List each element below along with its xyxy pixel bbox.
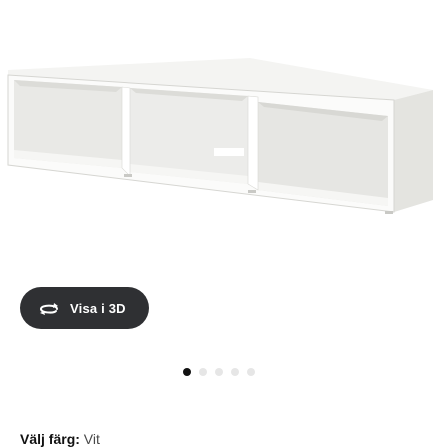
carousel-dot-1[interactable] (183, 368, 191, 376)
carousel-dot-3[interactable] (215, 368, 223, 376)
color-selection-label: Välj färg: (20, 431, 80, 447)
view-in-3d-button[interactable]: Visa i 3D (20, 287, 149, 329)
carousel-dot-4[interactable] (231, 368, 239, 376)
carousel-dot-5[interactable] (247, 368, 255, 376)
color-selection: Välj färg: Vit (20, 431, 100, 447)
color-selection-value: Vit (83, 431, 100, 447)
image-carousel-dots (183, 368, 255, 376)
product-image (0, 0, 443, 280)
carousel-dot-2[interactable] (199, 368, 207, 376)
rotate-3d-icon (36, 298, 62, 318)
view-in-3d-label: Visa i 3D (70, 300, 126, 316)
